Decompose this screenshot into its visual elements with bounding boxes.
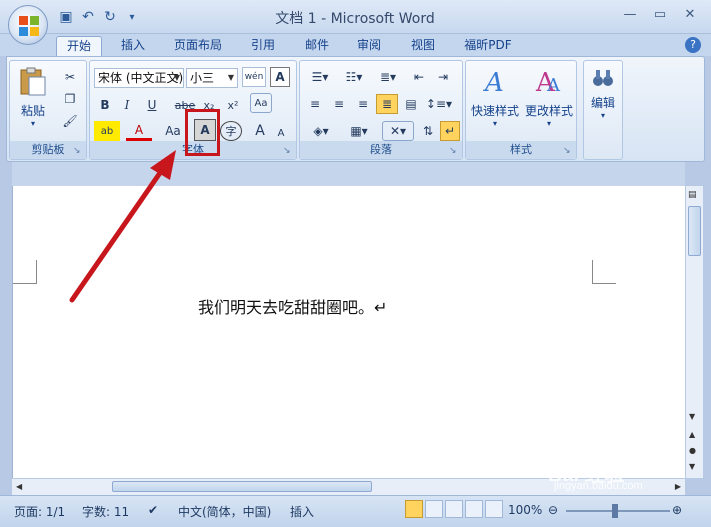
- office-button[interactable]: [8, 5, 48, 45]
- office-logo-icon: [19, 16, 39, 36]
- annotation-arrow: [69, 150, 176, 303]
- watermark-url: jingyan.baidu.com: [554, 480, 643, 492]
